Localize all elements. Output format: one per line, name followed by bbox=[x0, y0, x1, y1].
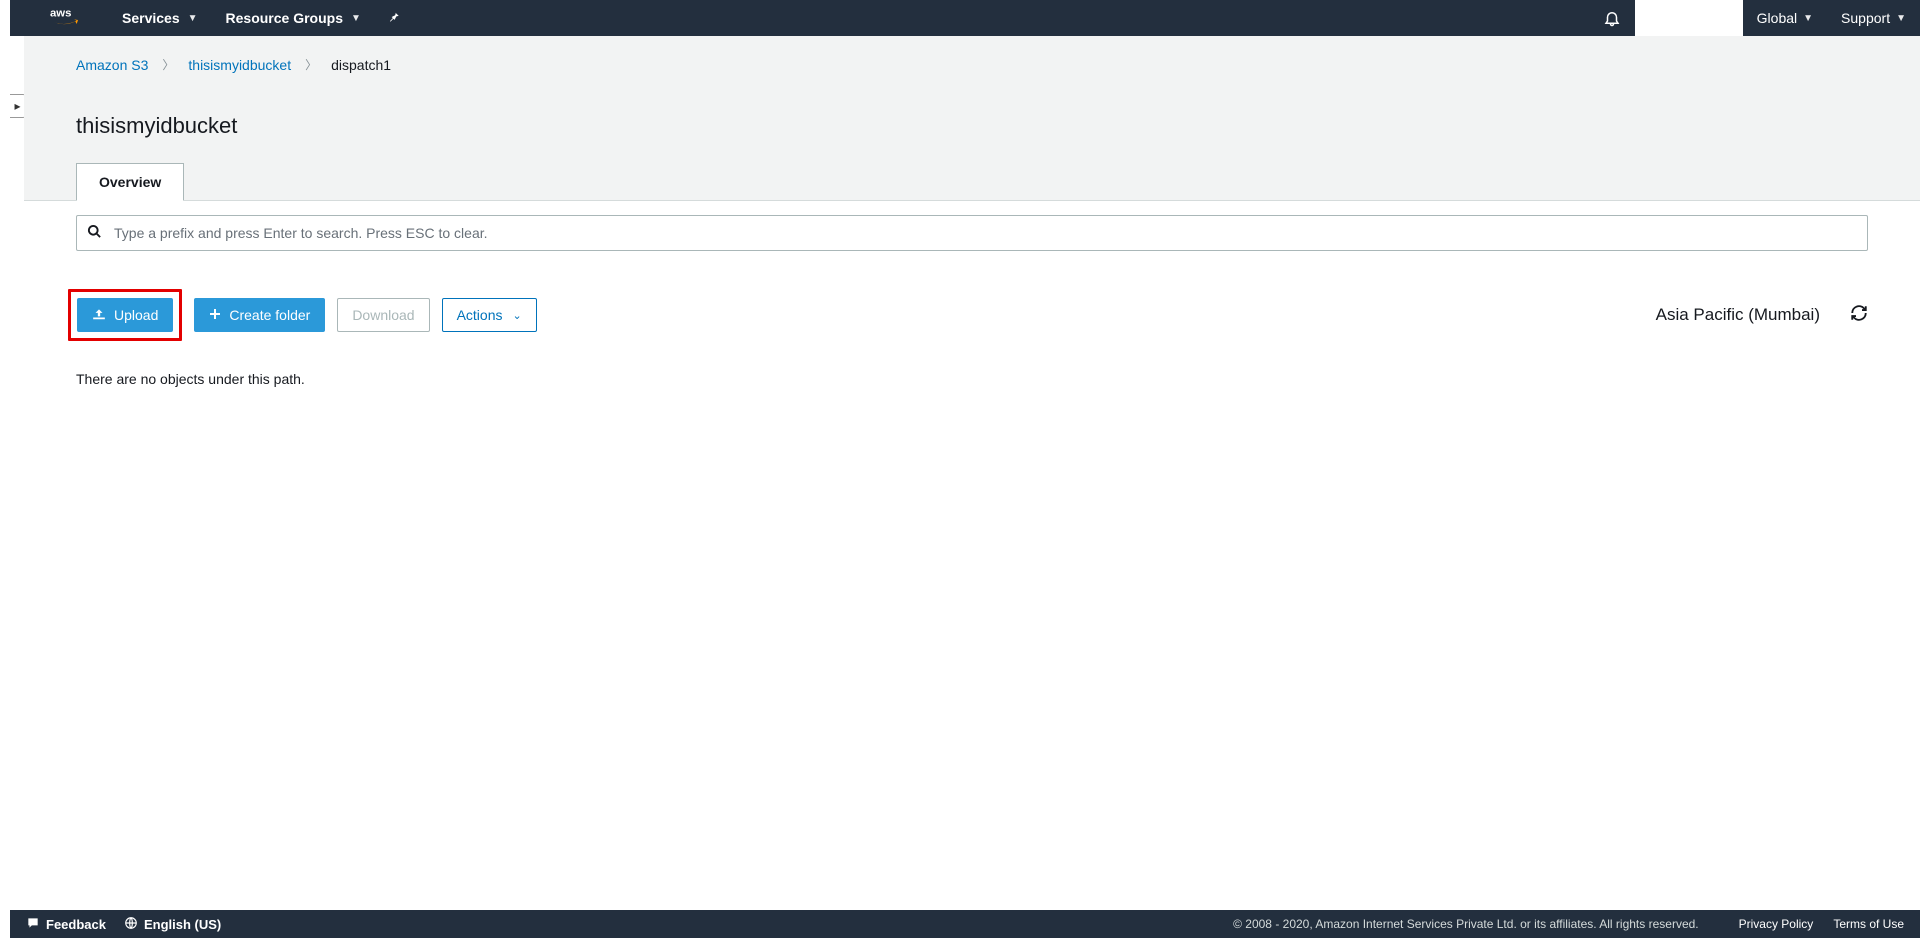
feedback-link[interactable]: Feedback bbox=[26, 916, 106, 933]
upload-button[interactable]: Upload bbox=[77, 298, 173, 332]
tab-overview[interactable]: Overview bbox=[76, 163, 184, 201]
nav-services[interactable]: Services ▼ bbox=[108, 0, 212, 36]
caret-down-icon: ▼ bbox=[188, 13, 198, 24]
chevron-right-icon: ▸ bbox=[14, 99, 20, 113]
breadcrumb-current: dispatch1 bbox=[331, 57, 391, 73]
refresh-button[interactable] bbox=[1850, 304, 1868, 327]
account-menu-placeholder[interactable] bbox=[1635, 0, 1743, 36]
breadcrumb-bucket[interactable]: thisismyidbucket bbox=[188, 57, 291, 73]
nav-resource-groups-label: Resource Groups bbox=[226, 10, 343, 26]
actions-dropdown[interactable]: Actions ⌄ bbox=[442, 298, 537, 332]
create-folder-button-label: Create folder bbox=[229, 307, 310, 323]
speech-bubble-icon bbox=[26, 916, 40, 933]
nav-support[interactable]: Support ▼ bbox=[1827, 10, 1920, 26]
chevron-down-icon: ⌄ bbox=[513, 309, 522, 322]
terms-of-use-link[interactable]: Terms of Use bbox=[1833, 917, 1904, 931]
page-title: thisismyidbucket bbox=[76, 113, 1868, 139]
nav-region-label: Global bbox=[1757, 10, 1797, 26]
pin-icon[interactable] bbox=[375, 10, 413, 27]
download-button-label: Download bbox=[352, 307, 414, 323]
caret-down-icon: ▼ bbox=[1896, 13, 1906, 24]
toolbar: Upload Create folder Download Actions ⌄ … bbox=[76, 289, 1868, 341]
nav-services-label: Services bbox=[122, 10, 180, 26]
search-icon bbox=[87, 224, 102, 243]
chevron-right-icon: 〉 bbox=[305, 56, 317, 73]
footer: Feedback English (US) © 2008 - 2020, Ama… bbox=[10, 910, 1920, 938]
download-button: Download bbox=[337, 298, 429, 332]
create-folder-button[interactable]: Create folder bbox=[194, 298, 325, 332]
globe-icon bbox=[124, 916, 138, 933]
top-nav: aws Services ▼ Resource Groups ▼ Global … bbox=[10, 0, 1920, 36]
upload-highlight-box: Upload bbox=[68, 289, 182, 341]
notifications-icon[interactable] bbox=[1589, 9, 1635, 27]
search-bar bbox=[76, 215, 1868, 251]
breadcrumb: Amazon S3 〉 thisismyidbucket 〉 dispatch1 bbox=[76, 56, 1868, 73]
empty-state-message: There are no objects under this path. bbox=[76, 371, 1868, 387]
chevron-right-icon: 〉 bbox=[162, 56, 174, 73]
search-input[interactable] bbox=[114, 225, 1857, 241]
nav-support-label: Support bbox=[1841, 10, 1890, 26]
plus-icon bbox=[209, 307, 221, 323]
actions-dropdown-label: Actions bbox=[457, 307, 503, 323]
language-selector[interactable]: English (US) bbox=[124, 916, 221, 933]
nav-region[interactable]: Global ▼ bbox=[1743, 10, 1827, 26]
language-label: English (US) bbox=[144, 917, 221, 932]
nav-resource-groups[interactable]: Resource Groups ▼ bbox=[212, 0, 375, 36]
main-content: Upload Create folder Download Actions ⌄ … bbox=[24, 201, 1920, 387]
upload-icon bbox=[92, 307, 106, 323]
caret-down-icon: ▼ bbox=[351, 13, 361, 24]
feedback-label: Feedback bbox=[46, 917, 106, 932]
header-pane: Amazon S3 〉 thisismyidbucket 〉 dispatch1… bbox=[24, 36, 1920, 201]
caret-down-icon: ▼ bbox=[1803, 13, 1813, 24]
upload-button-label: Upload bbox=[114, 307, 158, 323]
left-edge-strip bbox=[0, 0, 10, 938]
copyright-text: © 2008 - 2020, Amazon Internet Services … bbox=[1233, 917, 1699, 931]
svg-text:aws: aws bbox=[50, 8, 71, 20]
privacy-policy-link[interactable]: Privacy Policy bbox=[1739, 917, 1814, 931]
region-indicator: Asia Pacific (Mumbai) bbox=[1656, 305, 1820, 325]
breadcrumb-root[interactable]: Amazon S3 bbox=[76, 57, 148, 73]
aws-logo[interactable]: aws bbox=[10, 6, 108, 30]
tabs: Overview bbox=[76, 163, 184, 201]
